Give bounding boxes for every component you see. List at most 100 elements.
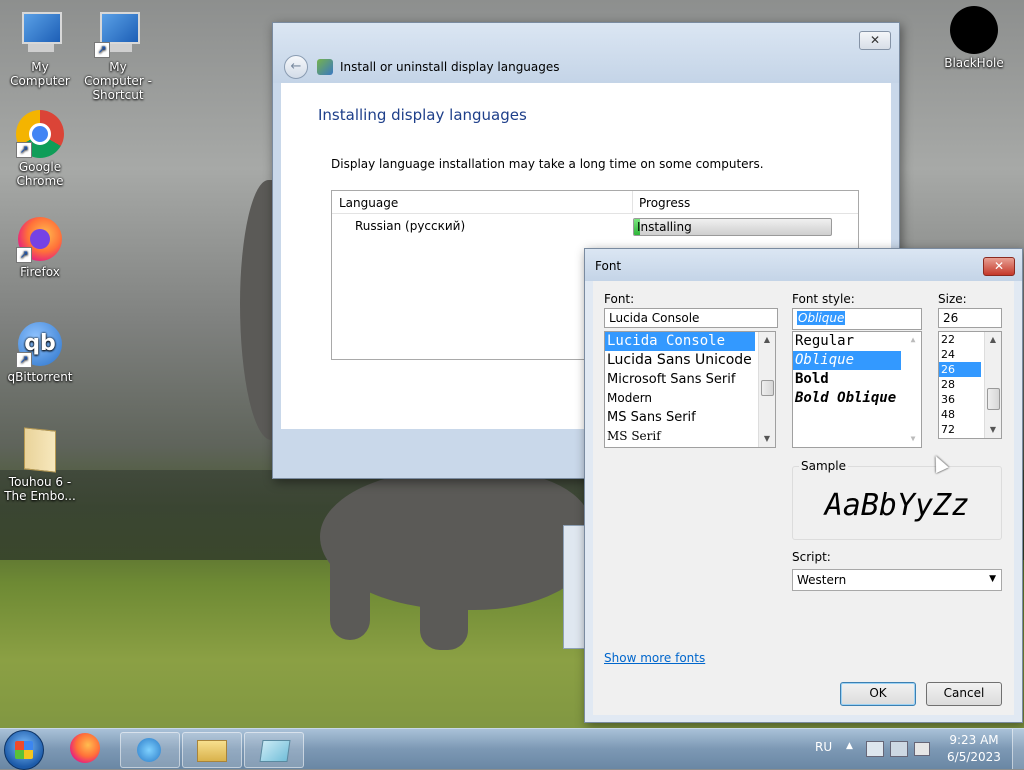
font-style-label: Font style:	[792, 292, 855, 306]
font-dialog-titlebar	[585, 249, 1022, 281]
desktop-icon-my-computer[interactable]: My Computer	[0, 10, 80, 88]
chrome-icon: ↗	[16, 110, 64, 158]
font-name-input[interactable]	[604, 308, 778, 328]
font-dialog: Font ✕ Font: Lucida Console Lucida Sans …	[584, 248, 1023, 723]
folder-icon	[16, 425, 64, 473]
clock-time[interactable]: 9:23 AM	[946, 733, 1002, 747]
list-item[interactable]: Microsoft Sans Serif	[605, 370, 775, 389]
desktop-icon-label: My Computer - Shortcut	[84, 60, 152, 102]
show-more-fonts-link[interactable]: Show more fonts	[604, 651, 705, 665]
scroll-down-icon[interactable]: ▼	[759, 431, 775, 447]
language-settings-icon	[317, 59, 333, 75]
computer-icon: ↗	[94, 10, 142, 58]
list-item[interactable]: Modern	[605, 389, 775, 408]
row-language: Russian (русский)	[355, 219, 466, 233]
desktop-icon-touhou[interactable]: Touhou 6 - The Embo...	[0, 425, 80, 503]
firefox-icon	[70, 733, 100, 763]
sample-label: Sample	[799, 459, 848, 473]
scrollbar-thumb[interactable]	[987, 388, 1000, 410]
table-header: Language Progress	[332, 191, 858, 214]
taskbar-explorer[interactable]	[182, 732, 242, 768]
column-header-progress[interactable]: Progress	[639, 196, 690, 210]
scroll-down-icon[interactable]: ▼	[985, 422, 1001, 438]
shortcut-arrow-icon: ↗	[16, 352, 32, 368]
control-panel-icon	[137, 738, 161, 762]
font-label: Font:	[604, 292, 635, 306]
show-hidden-icons-button[interactable]: ▲	[846, 741, 853, 751]
list-item[interactable]: 26	[939, 362, 981, 377]
font-dialog-close-button[interactable]: ✕	[983, 257, 1015, 276]
desktop-icon-chrome[interactable]: ↗ Google Chrome	[0, 110, 80, 188]
script-label: Script:	[792, 550, 831, 564]
shortcut-arrow-icon: ↗	[94, 42, 110, 58]
computer-icon	[16, 10, 64, 58]
desktop-icon-label: My Computer	[10, 60, 70, 88]
desktop-icon-label: BlackHole	[944, 56, 1004, 70]
desktop-icon-firefox[interactable]: ↗ Firefox	[0, 215, 80, 279]
folder-icon	[197, 740, 227, 762]
scroll-up-icon[interactable]: ▲	[985, 332, 1001, 348]
tray-volume-icon[interactable]	[914, 742, 930, 756]
list-item[interactable]: Oblique	[793, 351, 901, 370]
script-select[interactable]: Western ▼	[792, 569, 1002, 591]
tray-network-icon[interactable]	[866, 741, 884, 757]
sample-text: AaBbYyZz	[824, 488, 970, 523]
show-desktop-button[interactable]	[1012, 729, 1024, 769]
language-indicator[interactable]: RU	[815, 740, 832, 754]
style-list-scrollbar[interactable]: ▲ ▼	[905, 332, 921, 447]
font-style-input-value: Oblique	[797, 311, 846, 325]
desktop-icon-blackhole[interactable]: BlackHole	[934, 6, 1014, 70]
shortcut-arrow-icon: ↗	[16, 142, 32, 158]
scrollbar-thumb[interactable]	[761, 380, 774, 396]
list-item[interactable]: Lucida Console	[605, 332, 755, 351]
tray-computer-icon[interactable]	[890, 741, 908, 757]
table-row[interactable]: Russian (русский) Installing	[332, 215, 858, 237]
sample-group: Sample AaBbYyZz	[792, 459, 1002, 540]
windows-logo-icon	[15, 741, 33, 759]
scroll-down-icon[interactable]: ▼	[905, 431, 921, 447]
shortcut-arrow-icon: ↗	[16, 247, 32, 263]
back-arrow-icon: ←	[290, 59, 302, 74]
back-button[interactable]: ←	[284, 55, 308, 79]
size-list-scrollbar[interactable]: ▲ ▼	[984, 332, 1001, 438]
installer-description: Display language installation may take a…	[331, 157, 764, 171]
column-header-language[interactable]: Language	[339, 196, 398, 210]
desktop-icon-label: qBittorrent	[7, 370, 73, 384]
blackhole-icon	[950, 6, 998, 54]
list-item[interactable]: Regular	[793, 332, 921, 351]
desktop-icon-qbittorrent[interactable]: qb ↗ qBittorrent	[0, 320, 80, 384]
installer-close-button[interactable]: ✕	[859, 31, 891, 50]
font-style-input[interactable]: Oblique	[792, 308, 922, 330]
list-item[interactable]: Bold	[793, 370, 921, 389]
desktop-icon-my-computer-shortcut[interactable]: ↗ My Computer - Shortcut	[78, 10, 158, 102]
window-icon	[259, 740, 291, 762]
cancel-button[interactable]: Cancel	[926, 682, 1002, 706]
size-input[interactable]	[938, 308, 1002, 328]
chevron-down-icon: ▼	[989, 574, 996, 584]
font-style-list[interactable]: Regular Oblique Bold Bold Oblique ▲ ▼	[792, 331, 922, 448]
ok-button[interactable]: OK	[840, 682, 916, 706]
size-label: Size:	[938, 292, 967, 306]
desktop-icon-label: Firefox	[20, 265, 60, 279]
desktop-icon-label: Google Chrome	[16, 160, 64, 188]
list-item[interactable]: MS Sans Serif	[605, 408, 775, 427]
font-list-scrollbar[interactable]: ▲ ▼	[758, 332, 775, 447]
firefox-icon: ↗	[16, 215, 64, 263]
scroll-up-icon[interactable]: ▲	[759, 332, 775, 348]
size-list[interactable]: 22 24 26 28 36 48 72 ▲ ▼	[938, 331, 1002, 439]
list-item[interactable]: Bold Oblique	[793, 389, 921, 408]
scroll-up-icon[interactable]: ▲	[905, 332, 921, 348]
taskbar: RU ▲ 9:23 AM 6/5/2023	[0, 728, 1024, 770]
script-select-value: Western	[797, 573, 847, 587]
progress-bar: Installing	[633, 218, 832, 236]
taskbar-app[interactable]	[244, 732, 304, 768]
list-item[interactable]: MS Serif	[605, 427, 775, 446]
taskbar-control-panel[interactable]	[120, 732, 180, 768]
progress-status: Installing	[637, 220, 692, 234]
clock-date[interactable]: 6/5/2023	[946, 750, 1002, 764]
start-button[interactable]	[4, 730, 44, 770]
taskbar-firefox[interactable]	[70, 733, 102, 765]
font-list[interactable]: Lucida Console Lucida Sans Unicode Micro…	[604, 331, 776, 448]
list-item[interactable]: Lucida Sans Unicode	[605, 351, 775, 370]
font-dialog-title: Font	[595, 259, 622, 273]
